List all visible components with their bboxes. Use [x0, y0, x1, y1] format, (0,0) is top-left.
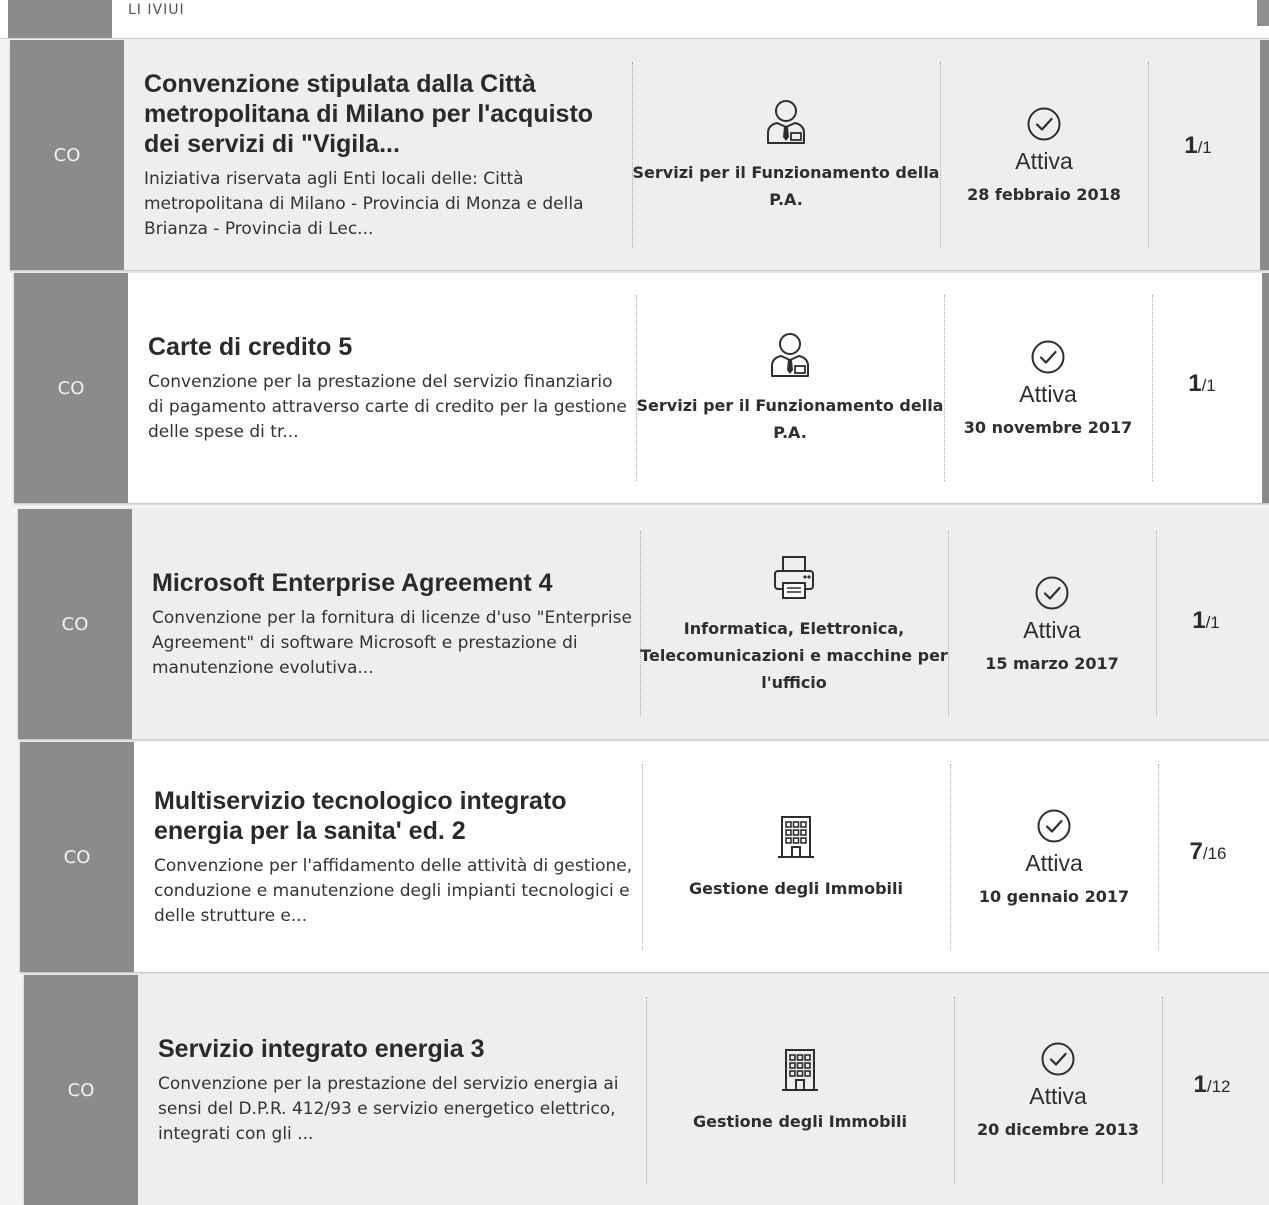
category-label: Gestione degli Immobili — [689, 878, 903, 898]
status-label: Attiva — [1029, 1083, 1087, 1109]
status-date: 30 novembre 2017 — [963, 418, 1133, 437]
agreement-main: Carte di credito 5 Convenzione per la pr… — [134, 273, 630, 503]
check-circle-icon — [1041, 1042, 1075, 1076]
building-icon — [774, 813, 818, 861]
agreement-main: Microsoft Enterprise Agreement 4 Convenz… — [138, 509, 634, 739]
agreement-row[interactable]: CO Microsoft Enterprise Agreement 4 Conv… — [18, 509, 1269, 739]
status-cell: Attiva 20 dicembre 2013 — [954, 975, 1162, 1205]
person-tie-icon — [764, 97, 808, 145]
type-badge-label: CO — [61, 613, 89, 635]
lots-count-current: 1 — [1188, 370, 1202, 397]
type-badge-label: CO — [57, 377, 85, 399]
agreement-description: Convenzione per la prestazione del servi… — [158, 1073, 619, 1144]
status-date: 10 gennaio 2017 — [978, 887, 1130, 906]
category-cell: Gestione degli Immobili — [642, 742, 950, 972]
category-label: Servizi per il Funzionamento della P.A. — [632, 163, 940, 209]
printer-icon — [772, 553, 816, 601]
status-cell: Attiva 28 febbraio 2018 — [940, 40, 1148, 270]
lots-count: 7/16 — [1158, 838, 1258, 866]
type-badge: CO — [20, 742, 134, 972]
lots-count-current: 1 — [1192, 607, 1206, 634]
category-cell: Informatica, Elettronica, Telecomunicazi… — [640, 509, 948, 739]
previous-row-badge — [8, 0, 112, 38]
agreement-description: Convenzione per la fornitura di licenze … — [152, 607, 632, 678]
check-circle-icon — [1037, 809, 1071, 843]
lots-count-total: /1 — [1201, 376, 1216, 395]
agreement-row[interactable]: CO Convenzione stipulata dalla Città met… — [10, 40, 1269, 270]
lots-count-total: /1 — [1205, 613, 1220, 632]
agreement-title[interactable]: Carte di credito 5 — [148, 332, 630, 362]
previous-row-right-border — [1257, 0, 1269, 26]
category-label: Servizi per il Funzionamento della P.A. — [636, 396, 944, 442]
building-icon — [778, 1046, 822, 1094]
agreement-title[interactable]: Servizio integrato energia 3 — [158, 1034, 640, 1064]
agreement-title[interactable]: Multiservizio tecnologico integrato ener… — [154, 786, 636, 846]
status-date: 15 marzo 2017 — [985, 654, 1119, 673]
previous-row-fragment: LI IVIUI — [0, 0, 1269, 39]
agreement-main: Servizio integrato energia 3 Convenzione… — [144, 975, 640, 1205]
lots-count: 1/12 — [1162, 1071, 1262, 1099]
check-circle-icon — [1031, 340, 1065, 374]
lots-count: 1/1 — [1148, 132, 1248, 160]
type-badge-label: CO — [67, 1079, 95, 1101]
type-badge-label: CO — [53, 144, 81, 166]
category-label: Informatica, Elettronica, Telecomunicazi… — [640, 618, 948, 692]
agreement-title[interactable]: Convenzione stipulata dalla Città metrop… — [144, 69, 626, 159]
category-cell: Servizi per il Funzionamento della P.A. — [632, 40, 940, 270]
lots-count: 1/1 — [1152, 370, 1252, 398]
type-badge-label: CO — [63, 846, 91, 868]
lots-count-total: /1 — [1197, 138, 1212, 157]
lots-count-current: 7 — [1189, 838, 1203, 865]
type-badge: CO — [10, 40, 124, 270]
person-tie-icon — [768, 330, 812, 378]
agreement-description: Convenzione per la prestazione del servi… — [148, 371, 627, 442]
status-label: Attiva — [1019, 381, 1077, 407]
status-cell: Attiva 30 novembre 2017 — [944, 273, 1152, 503]
agreement-description: Convenzione per l'affidamento delle atti… — [154, 855, 633, 926]
category-cell: Gestione degli Immobili — [646, 975, 954, 1205]
agreement-main: Convenzione stipulata dalla Città metrop… — [130, 40, 626, 270]
previous-row-cut-text: LI IVIUI — [128, 2, 185, 18]
lots-count-total: /12 — [1206, 1077, 1231, 1096]
category-cell: Servizi per il Funzionamento della P.A. — [636, 273, 944, 503]
agreement-title[interactable]: Microsoft Enterprise Agreement 4 — [152, 568, 634, 598]
lots-count-total: /16 — [1202, 844, 1227, 863]
status-date: 20 dicembre 2013 — [976, 1120, 1140, 1139]
lots-count-current: 1 — [1184, 132, 1198, 159]
status-label: Attiva — [1015, 148, 1073, 174]
agreement-row[interactable]: CO Servizio integrato energia 3 Convenzi… — [24, 975, 1269, 1205]
check-circle-icon — [1035, 576, 1069, 610]
check-circle-icon — [1027, 107, 1061, 141]
status-cell: Attiva 15 marzo 2017 — [948, 509, 1156, 739]
status-label: Attiva — [1023, 617, 1081, 643]
status-label: Attiva — [1025, 850, 1083, 876]
status-cell: Attiva 10 gennaio 2017 — [950, 742, 1158, 972]
status-date: 28 febbraio 2018 — [967, 185, 1121, 204]
type-badge: CO — [24, 975, 138, 1205]
agreement-row[interactable]: CO Multiservizio tecnologico integrato e… — [20, 742, 1269, 972]
type-badge: CO — [14, 273, 128, 503]
agreement-row[interactable]: CO Carte di credito 5 Convenzione per la… — [14, 273, 1269, 503]
type-badge: CO — [18, 509, 132, 739]
lots-count-current: 1 — [1193, 1071, 1207, 1098]
agreement-description: Iniziativa riservata agli Enti locali de… — [144, 168, 584, 239]
category-label: Gestione degli Immobili — [693, 1111, 907, 1131]
lots-count: 1/1 — [1156, 607, 1256, 635]
agreement-main: Multiservizio tecnologico integrato ener… — [140, 742, 636, 972]
